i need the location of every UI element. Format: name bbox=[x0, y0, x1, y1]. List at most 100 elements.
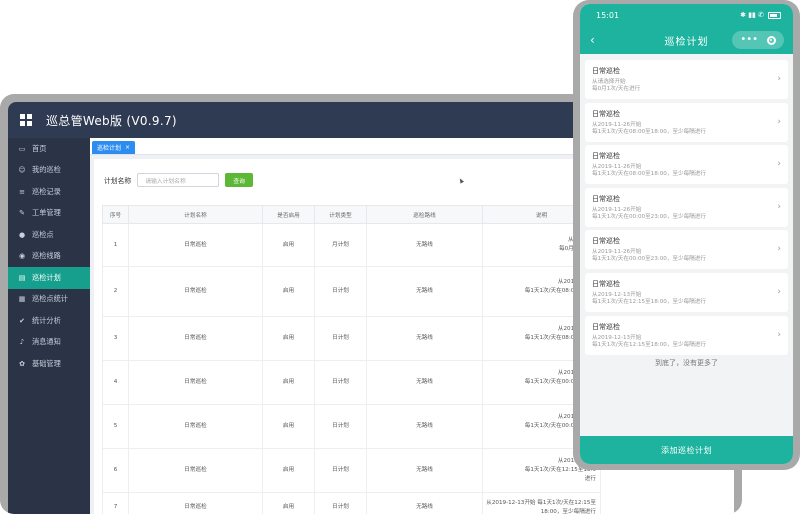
sidebar-item[interactable]: ◉巡检线路 bbox=[8, 246, 90, 268]
status-icons: ✱ ▮▮ ✆ bbox=[740, 11, 781, 19]
sidebar-item[interactable]: ☺ 我的巡检 bbox=[8, 160, 90, 182]
tab-patrol-plan[interactable]: 巡检计划 × bbox=[92, 141, 135, 154]
query-button[interactable]: 查询 bbox=[225, 173, 253, 187]
sidebar-item[interactable]: ▭ 首页 bbox=[8, 138, 90, 160]
route-icon: ◉ bbox=[18, 252, 26, 260]
calendar-icon: ▤ bbox=[18, 274, 26, 282]
sidebar-item[interactable]: ≡巡检记录 bbox=[8, 181, 90, 203]
plan-card[interactable]: 日常巡检从2019-11-26开始每1天1次/天在00:00至23:00，至少每… bbox=[585, 188, 788, 227]
cell-index: 5 bbox=[103, 405, 129, 449]
chevron-right-icon: › bbox=[777, 159, 781, 169]
cell-route: 无路线 bbox=[367, 405, 483, 449]
chevron-right-icon: › bbox=[777, 74, 781, 84]
card-line1: 从2019-12-13开始 bbox=[592, 292, 788, 299]
sidebar-item-label: 巡检点统计 bbox=[32, 294, 68, 304]
plan-card[interactable]: 日常巡检从2019-11-26开始每1天1次/天在00:00至23:00，至少每… bbox=[585, 230, 788, 269]
card-title: 日常巡检 bbox=[592, 322, 788, 332]
card-title: 日常巡检 bbox=[592, 66, 788, 76]
plan-card[interactable]: 日常巡检从2019-11-26开始每1天1次/天在08:00至18:00，至少每… bbox=[585, 145, 788, 184]
sidebar-item-label: 统计分析 bbox=[32, 316, 61, 326]
cell-enabled: 启用 bbox=[263, 361, 315, 405]
sidebar: ▭ 首页 ☺ 我的巡检 ≡巡检记录✎工单管理 ● 巡检点 ◉巡检线路▤巡检计划▦巡检点统计✔统… bbox=[8, 138, 90, 514]
table-body: 1日常巡检启用月计划无路线从请选择开 每0月1次/天在2日常巡检启用日计划无路线… bbox=[103, 224, 601, 514]
cell-index: 1 bbox=[103, 224, 129, 267]
cell-type: 日计划 bbox=[315, 449, 367, 493]
sidebar-item-label: 巡检记录 bbox=[32, 187, 61, 197]
table-row[interactable]: 6日常巡检启用日计划无路线从2019-12-13 每1天1次/天在12:15至1… bbox=[103, 449, 601, 493]
cell-desc-text: 从2019-12-13开始 每1天1次/天在12:15至18:00，至少每隔进行 bbox=[486, 500, 596, 514]
table-row[interactable]: 2日常巡检启用日计划无路线从2019-11-26 每1天1次/天在08:00至1… bbox=[103, 267, 601, 317]
sidebar-item[interactable]: ✎工单管理 bbox=[8, 203, 90, 225]
cell-name: 日常巡检 bbox=[129, 405, 263, 449]
sidebar-item[interactable]: ● 巡检点 bbox=[8, 224, 90, 246]
cell-desc: 从2019-12-13开始 每1天1次/天在12:15至18:00，至少每隔进行 bbox=[483, 493, 601, 514]
user-icon: ☺ bbox=[18, 166, 26, 174]
plan-name-input[interactable]: 请输入计划名称 bbox=[137, 173, 219, 187]
cell-enabled: 启用 bbox=[263, 405, 315, 449]
plan-card[interactable]: 日常巡检从2019-12-13开始每1天1次/天在12:15至18:00，至少每… bbox=[585, 316, 788, 355]
cell-route: 无路线 bbox=[367, 267, 483, 317]
table-row[interactable]: 3日常巡检启用日计划无路线从2019-11-26 每1天1次/天在08:00至1… bbox=[103, 317, 601, 361]
signal-icon: ✱ ▮▮ ✆ bbox=[740, 11, 764, 19]
monitor-icon: ▭ bbox=[18, 145, 26, 153]
column-header[interactable]: 巡检路线 bbox=[367, 206, 483, 224]
table-row[interactable]: 4日常巡检启用日计划无路线从2019-11-26 每1天1次/天在00:00至2… bbox=[103, 361, 601, 405]
chevron-right-icon: › bbox=[777, 202, 781, 212]
sidebar-item[interactable]: ✿ 基础管理 bbox=[8, 353, 90, 375]
cell-route: 无路线 bbox=[367, 224, 483, 267]
chevron-right-icon: › bbox=[777, 117, 781, 127]
gear-icon: ✿ bbox=[18, 360, 26, 368]
sidebar-item-label: 基础管理 bbox=[32, 359, 61, 369]
sidebar-menu: ▭ 首页 ☺ 我的巡检 ≡巡检记录✎工单管理 ● 巡检点 ◉巡检线路▤巡检计划▦巡检点统计✔统… bbox=[8, 138, 90, 375]
plan-card[interactable]: 日常巡检从请选择开始每0月1次/天在进行› bbox=[585, 60, 788, 99]
cell-name: 日常巡检 bbox=[129, 493, 263, 514]
add-plan-button[interactable]: 添加巡检计划 bbox=[580, 436, 793, 464]
cell-route: 无路线 bbox=[367, 361, 483, 405]
app-title: 巡总管Web版 (V0.9.7) bbox=[46, 112, 177, 129]
chevron-right-icon: › bbox=[777, 330, 781, 340]
cell-enabled: 启用 bbox=[263, 317, 315, 361]
card-title: 日常巡检 bbox=[592, 194, 788, 204]
status-bar: 15:01 ✱ ▮▮ ✆ bbox=[580, 4, 793, 26]
table-row[interactable]: 5日常巡检启用日计划无路线从2019-11-26 每1天1次/天在00:00至2… bbox=[103, 405, 601, 449]
back-chevron-icon[interactable]: ‹ bbox=[590, 33, 595, 47]
apps-grid-icon[interactable] bbox=[20, 114, 32, 126]
status-time: 15:01 bbox=[596, 11, 740, 20]
nav-bar: ‹ 巡检计划 ••• bbox=[580, 26, 793, 54]
miniprogram-capsule[interactable]: ••• bbox=[732, 31, 784, 49]
cell-type: 月计划 bbox=[315, 224, 367, 267]
sidebar-item[interactable]: ♪消息通知 bbox=[8, 332, 90, 354]
sidebar-item-label: 首页 bbox=[32, 144, 46, 154]
plan-table: 序号计划名称是否启用计划类型巡检路线说明 1日常巡检启用月计划无路线从请选择开 … bbox=[102, 205, 601, 514]
more-icon[interactable]: ••• bbox=[740, 36, 758, 44]
pin-icon: ● bbox=[18, 231, 26, 239]
close-target-icon[interactable] bbox=[767, 36, 776, 45]
column-header[interactable]: 计划类型 bbox=[315, 206, 367, 224]
sidebar-item-label: 我的巡检 bbox=[32, 165, 61, 175]
column-header[interactable]: 是否启用 bbox=[263, 206, 315, 224]
sidebar-item[interactable]: ✔统计分析 bbox=[8, 310, 90, 332]
cell-type: 日计划 bbox=[315, 267, 367, 317]
sidebar-item[interactable]: ▤巡检计划 bbox=[8, 267, 90, 289]
cell-enabled: 启用 bbox=[263, 493, 315, 514]
plan-card[interactable]: 日常巡检从2019-12-13开始每1天1次/天在12:15至18:00，至少每… bbox=[585, 273, 788, 312]
sidebar-item-label: 巡检点 bbox=[32, 230, 54, 240]
plan-card[interactable]: 日常巡检从2019-11-26开始每1天1次/天在08:00至18:00，至少每… bbox=[585, 103, 788, 142]
cell-name: 日常巡检 bbox=[129, 449, 263, 493]
card-line2: 每1天1次/天在12:15至18:00，至少每隔进行 bbox=[592, 342, 788, 349]
column-header[interactable]: 序号 bbox=[103, 206, 129, 224]
chevron-right-icon: › bbox=[777, 244, 781, 254]
card-line1: 从2019-11-26开始 bbox=[592, 207, 788, 214]
sidebar-item[interactable]: ▦巡检点统计 bbox=[8, 289, 90, 311]
cell-type: 日计划 bbox=[315, 317, 367, 361]
cell-route: 无路线 bbox=[367, 449, 483, 493]
search-bar: 计划名称 请输入计划名称 查询 bbox=[104, 173, 253, 187]
tab-label: 巡检计划 bbox=[97, 143, 121, 152]
cell-type: 日计划 bbox=[315, 361, 367, 405]
column-header[interactable]: 计划名称 bbox=[129, 206, 263, 224]
cell-route: 无路线 bbox=[367, 493, 483, 514]
table-row[interactable]: 1日常巡检启用月计划无路线从请选择开 每0月1次/天在 bbox=[103, 224, 601, 267]
close-icon[interactable]: × bbox=[125, 144, 130, 151]
card-line1: 从请选择开始 bbox=[592, 79, 788, 86]
table-row[interactable]: 7日常巡检启用日计划无路线从2019-12-13开始 每1天1次/天在12:15… bbox=[103, 493, 601, 514]
